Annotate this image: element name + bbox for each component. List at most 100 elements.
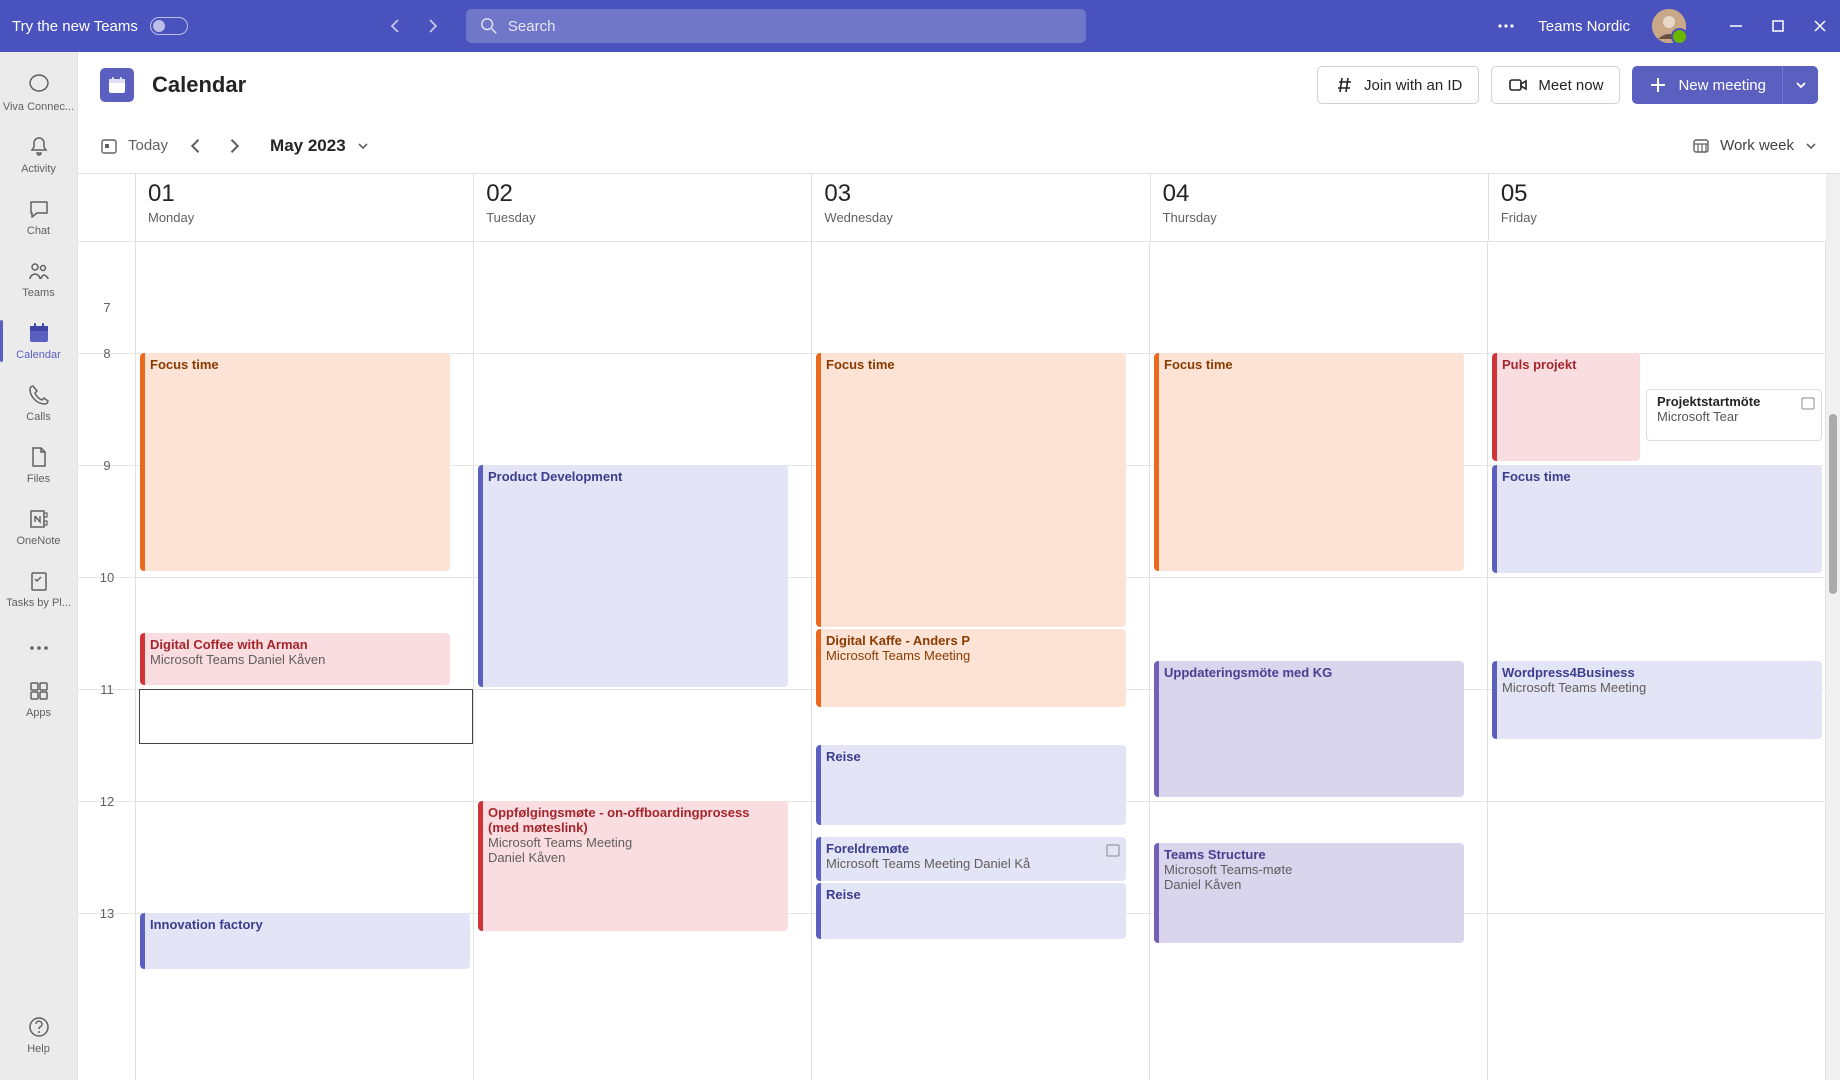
back-icon[interactable] <box>388 18 404 34</box>
rail-onenote[interactable]: OneNote <box>0 496 78 558</box>
org-name[interactable]: Teams Nordic <box>1538 18 1630 35</box>
recurring-icon <box>1801 396 1815 410</box>
hour-12: 12 <box>78 794 136 809</box>
phone-icon <box>27 383 51 407</box>
rail-chat[interactable]: Chat <box>0 186 78 248</box>
hour-13: 13 <box>78 906 136 921</box>
teams-icon <box>27 259 51 283</box>
chevron-down-icon <box>1794 78 1808 92</box>
event-focus-mon[interactable]: Focus time <box>140 353 450 571</box>
rail-apps[interactable]: Apps <box>0 668 78 730</box>
grid-body[interactable]: 7 8 9 10 11 12 13 Focus time Digital Cof… <box>78 241 1826 1080</box>
calendar-toolbar: Today May 2023 Work week <box>78 118 1840 174</box>
page-header: Calendar Join with an ID Meet now New me… <box>78 52 1840 118</box>
maximize-icon[interactable] <box>1770 18 1786 34</box>
hour-11: 11 <box>78 682 136 697</box>
event-product-development[interactable]: Product Development <box>478 465 788 687</box>
rail-tasks[interactable]: Tasks by Pl... <box>0 558 78 620</box>
new-meeting-chevron[interactable] <box>1782 66 1818 104</box>
event-digital-coffee-arman[interactable]: Digital Coffee with ArmanMicrosoft Teams… <box>140 633 450 685</box>
onenote-icon <box>27 507 51 531</box>
chevron-down-icon <box>1804 139 1818 153</box>
dayhead-fri[interactable]: 05Friday <box>1489 174 1826 241</box>
new-meeting-split-button: New meeting <box>1632 66 1818 104</box>
page-title: Calendar <box>152 72 246 98</box>
titlebar-right: Teams Nordic <box>1496 9 1828 43</box>
more-horizontal-icon <box>27 636 51 660</box>
more-icon[interactable] <box>1496 16 1516 36</box>
avatar-image <box>1652 9 1686 43</box>
plus-icon <box>1648 75 1668 95</box>
recurring-icon <box>1106 843 1120 857</box>
event-focus-wed[interactable]: Focus time <box>816 353 1126 627</box>
hour-8: 8 <box>78 346 136 361</box>
hour-7: 7 <box>78 300 136 315</box>
bell-icon <box>27 135 51 159</box>
new-meeting-button[interactable]: New meeting <box>1632 66 1782 104</box>
day-headers: 01Monday 02Tuesday 03Wednesday 04Thursda… <box>136 174 1826 241</box>
history-nav <box>388 18 440 34</box>
close-icon[interactable] <box>1812 18 1828 34</box>
join-with-id-button[interactable]: Join with an ID <box>1317 66 1479 104</box>
today-icon <box>100 137 118 155</box>
content: Calendar Join with an ID Meet now New me… <box>78 52 1840 1080</box>
rail-viva[interactable]: Viva Connec... <box>0 62 78 124</box>
event-reise-2[interactable]: Reise <box>816 883 1126 939</box>
event-digital-kaffe-anders[interactable]: Digital Kaffe - Anders PMicrosoft Teams … <box>816 629 1126 707</box>
chevron-down-icon <box>356 139 370 153</box>
meet-now-button[interactable]: Meet now <box>1491 66 1620 104</box>
view-switcher[interactable]: Work week <box>1692 137 1818 155</box>
calendar-icon <box>27 321 51 345</box>
event-wordpress4business[interactable]: Wordpress4BusinessMicrosoft Teams Meetin… <box>1492 661 1822 739</box>
dayhead-tue[interactable]: 02Tuesday <box>474 174 812 241</box>
header-actions: Join with an ID Meet now New meeting <box>1317 66 1818 104</box>
try-new-teams-toggle[interactable]: Try the new Teams <box>12 17 188 35</box>
rail-teams[interactable]: Teams <box>0 248 78 310</box>
window-controls <box>1728 18 1828 34</box>
month-picker[interactable]: May 2023 <box>270 136 370 156</box>
rail-calls[interactable]: Calls <box>0 372 78 434</box>
hash-icon <box>1334 75 1354 95</box>
event-foreldremote[interactable]: ForeldremøteMicrosoft Teams Meeting Dani… <box>816 837 1126 881</box>
scroll-thumb[interactable] <box>1829 414 1837 594</box>
dayhead-mon[interactable]: 01Monday <box>136 174 474 241</box>
vertical-scrollbar[interactable] <box>1826 174 1840 1080</box>
event-projektstart[interactable]: ProjektstartmöteMicrosoft Tear <box>1646 389 1822 441</box>
file-icon <box>27 445 51 469</box>
rail-calendar[interactable]: Calendar <box>0 310 78 372</box>
event-innovation-factory[interactable]: Innovation factory <box>140 913 470 969</box>
toggle-off-icon[interactable] <box>150 17 188 35</box>
search-placeholder: Search <box>508 18 556 35</box>
rail-more[interactable] <box>0 628 78 668</box>
rail-activity[interactable]: Activity <box>0 124 78 186</box>
dayhead-thu[interactable]: 04Thursday <box>1151 174 1489 241</box>
event-reise-1[interactable]: Reise <box>816 745 1126 825</box>
current-time-indicator <box>139 689 473 744</box>
forward-icon[interactable] <box>424 18 440 34</box>
next-period-icon[interactable] <box>224 136 244 156</box>
chat-icon <box>27 197 51 221</box>
rail-files[interactable]: Files <box>0 434 78 496</box>
video-icon <box>1508 75 1528 95</box>
prev-period-icon[interactable] <box>186 136 206 156</box>
search-input[interactable]: Search <box>466 9 1086 43</box>
event-oppfolging[interactable]: Oppfølgingsmøte - on-offboardingprosess … <box>478 801 788 931</box>
event-focus-fri[interactable]: Focus time <box>1492 465 1822 573</box>
hour-9: 9 <box>78 458 136 473</box>
event-uppdatering[interactable]: Uppdateringsmöte med KG <box>1154 661 1464 797</box>
hour-10: 10 <box>78 570 136 585</box>
event-focus-thu[interactable]: Focus time <box>1154 353 1464 571</box>
minimize-icon[interactable] <box>1728 18 1744 34</box>
try-new-teams-label: Try the new Teams <box>12 18 138 35</box>
avatar[interactable] <box>1652 9 1686 43</box>
event-puls-projekt[interactable]: Puls projekt <box>1492 353 1640 461</box>
rail-help[interactable]: Help <box>0 1004 78 1066</box>
titlebar: Try the new Teams Search Teams Nordic <box>0 0 1840 52</box>
dayhead-wed[interactable]: 03Wednesday <box>812 174 1150 241</box>
today-button[interactable]: Today <box>100 137 168 155</box>
help-icon <box>27 1015 51 1039</box>
search-icon <box>480 17 498 35</box>
viva-icon <box>27 73 51 97</box>
event-teams-structure[interactable]: Teams StructureMicrosoft Teams-møteDanie… <box>1154 843 1464 943</box>
tasks-icon <box>27 569 51 593</box>
